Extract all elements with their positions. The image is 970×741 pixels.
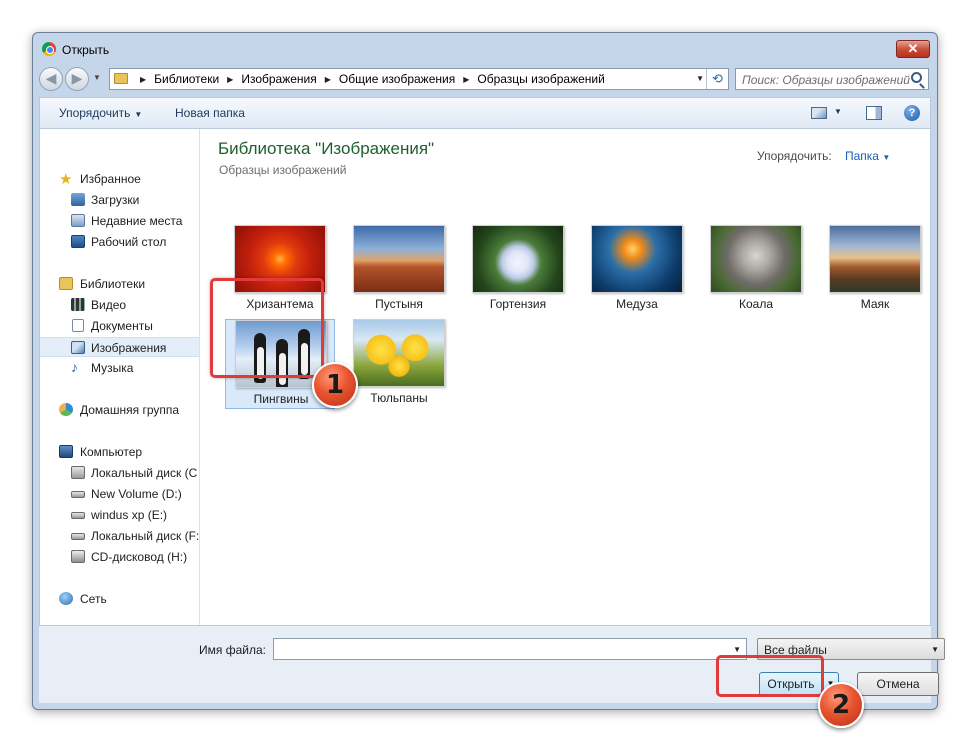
window-title: Открыть bbox=[62, 43, 110, 57]
file-item-jellyfish[interactable]: Медуза bbox=[582, 225, 692, 315]
help-icon[interactable]: ? bbox=[904, 105, 920, 121]
penguins-highlight bbox=[210, 278, 324, 378]
local-disk-icon bbox=[71, 466, 85, 479]
homegroup-icon bbox=[59, 403, 73, 416]
view-dropdown-icon[interactable]: ▼ bbox=[834, 107, 842, 116]
desktop-icon bbox=[71, 235, 85, 248]
chevron-down-icon: ▼ bbox=[134, 110, 143, 119]
navigation-pane: ★ Избранное Загрузки Недавние места Рабо… bbox=[40, 129, 200, 625]
address-dropdown-icon[interactable]: ▼ bbox=[696, 74, 704, 83]
organize-menu[interactable]: Упорядочить ▼ bbox=[59, 106, 142, 120]
sidebar-item-computer[interactable]: Компьютер bbox=[40, 442, 199, 462]
file-item-desert[interactable]: Пустыня bbox=[344, 225, 454, 315]
sidebar-item-video[interactable]: Видео bbox=[40, 295, 199, 315]
downloads-icon bbox=[71, 193, 85, 206]
breadcrumb-sample-pictures[interactable]: Образцы изображений bbox=[477, 72, 604, 86]
thumbnail-image bbox=[353, 319, 445, 387]
folder-icon bbox=[114, 73, 128, 84]
drive-icon bbox=[71, 491, 85, 498]
sidebar-item-libraries[interactable]: Библиотеки bbox=[40, 274, 199, 294]
command-bar: Упорядочить ▼ Новая папка ▼ ? bbox=[39, 97, 931, 129]
breadcrumb-public-pictures[interactable]: Общие изображения bbox=[339, 72, 455, 86]
close-button[interactable]: ✕ bbox=[896, 40, 930, 58]
sidebar-item-favorites[interactable]: ★ Избранное bbox=[40, 169, 199, 189]
navigation-row: ◀ ▶ ▼ ▶ Библиотеки ▶ Изображения ▶ Общие… bbox=[39, 67, 931, 91]
network-icon bbox=[59, 592, 73, 605]
title-bar: Открыть ✕ bbox=[33, 33, 937, 63]
file-label: Коала bbox=[738, 297, 773, 311]
chevron-down-icon: ▼ bbox=[882, 153, 891, 162]
sidebar-item-desktop[interactable]: Рабочий стол bbox=[40, 232, 199, 252]
step-2-marker: 2 bbox=[818, 682, 864, 728]
search-icon bbox=[911, 72, 922, 83]
file-label: Маяк bbox=[860, 297, 890, 311]
breadcrumb-pictures[interactable]: Изображения bbox=[241, 72, 316, 86]
sidebar-item-drive-f[interactable]: Локальный диск (F: bbox=[40, 526, 199, 546]
preview-pane-icon[interactable] bbox=[866, 106, 882, 120]
file-item-koala[interactable]: Коала bbox=[701, 225, 811, 315]
thumbnail-image bbox=[472, 225, 564, 293]
forward-button[interactable]: ▶ bbox=[65, 67, 89, 91]
search-placeholder: Поиск: Образцы изображений bbox=[742, 73, 910, 87]
arrange-by-label: Упорядочить: bbox=[757, 149, 832, 163]
file-label: Гортензия bbox=[489, 297, 547, 311]
open-file-dialog: Открыть ✕ ◀ ▶ ▼ ▶ Библиотеки ▶ Изображен… bbox=[32, 32, 945, 710]
sidebar-item-downloads[interactable]: Загрузки bbox=[40, 190, 199, 210]
pictures-icon bbox=[71, 341, 85, 354]
drive-icon bbox=[71, 512, 85, 519]
open-button-highlight bbox=[716, 655, 824, 697]
sidebar-item-pictures[interactable]: Изображения bbox=[40, 337, 199, 357]
star-icon: ★ bbox=[59, 171, 73, 188]
sidebar-item-recent-places[interactable]: Недавние места bbox=[40, 211, 199, 231]
computer-icon bbox=[59, 445, 73, 458]
change-view-icon[interactable] bbox=[811, 107, 827, 119]
file-item-lighthouse[interactable]: Маяк bbox=[820, 225, 930, 315]
file-label: Тюльпаны bbox=[370, 391, 428, 405]
thumbnail-image bbox=[710, 225, 802, 293]
arrange-by-dropdown[interactable]: Папка ▼ bbox=[845, 149, 890, 163]
library-subtitle: Образцы изображений bbox=[219, 163, 347, 177]
thumbnail-image bbox=[353, 225, 445, 293]
breadcrumb-libraries[interactable]: Библиотеки bbox=[154, 72, 219, 86]
music-icon: ♪ bbox=[71, 359, 78, 375]
cancel-button[interactable]: Отмена bbox=[857, 672, 939, 696]
libraries-icon bbox=[59, 277, 73, 290]
sidebar-item-music[interactable]: ♪ Музыка bbox=[40, 358, 199, 378]
thumbnail-image bbox=[591, 225, 683, 293]
sidebar-item-drive-d[interactable]: New Volume (D:) bbox=[40, 484, 199, 504]
recent-pages-dropdown[interactable]: ▼ bbox=[93, 73, 103, 82]
filename-dropdown-icon[interactable]: ▼ bbox=[733, 645, 741, 654]
file-label: Пустыня bbox=[375, 297, 423, 311]
file-item-hydrangea[interactable]: Гортензия bbox=[463, 225, 573, 315]
drive-icon bbox=[71, 533, 85, 540]
library-title: Библиотека "Изображения" bbox=[218, 139, 435, 158]
thumbnail-image bbox=[829, 225, 921, 293]
file-item-tulips[interactable]: Тюльпаны bbox=[344, 319, 454, 409]
back-button[interactable]: ◀ bbox=[39, 67, 63, 91]
step-1-marker: 1 bbox=[312, 362, 358, 408]
sidebar-item-documents[interactable]: Документы bbox=[40, 316, 199, 336]
breadcrumb: ▶ Библиотеки ▶ Изображения ▶ Общие изобр… bbox=[140, 72, 605, 86]
new-folder-button[interactable]: Новая папка bbox=[175, 106, 245, 120]
address-bar[interactable]: ▶ Библиотеки ▶ Изображения ▶ Общие изобр… bbox=[109, 68, 729, 90]
video-icon bbox=[71, 298, 85, 311]
sidebar-item-cd-drive-h[interactable]: CD-дисковод (H:) bbox=[40, 547, 199, 567]
recent-places-icon bbox=[71, 214, 85, 227]
sidebar-item-network[interactable]: Сеть bbox=[40, 589, 199, 609]
sidebar-item-local-disk-c[interactable]: Локальный диск (C bbox=[40, 463, 199, 483]
sidebar-item-drive-e[interactable]: windus xp (E:) bbox=[40, 505, 199, 525]
search-input[interactable]: Поиск: Образцы изображений bbox=[735, 68, 929, 90]
dialog-body: ★ Избранное Загрузки Недавние места Рабо… bbox=[39, 129, 931, 625]
chevron-down-icon: ▼ bbox=[931, 645, 939, 654]
refresh-icon[interactable]: ⟲ bbox=[706, 69, 728, 89]
filename-input[interactable]: ▼ bbox=[273, 638, 747, 660]
chrome-icon bbox=[42, 42, 56, 56]
cd-drive-icon bbox=[71, 550, 85, 563]
filename-label: Имя файла: bbox=[199, 643, 266, 657]
file-label: Медуза bbox=[616, 297, 658, 311]
sidebar-item-homegroup[interactable]: Домашняя группа bbox=[40, 400, 199, 420]
documents-icon bbox=[72, 319, 84, 332]
